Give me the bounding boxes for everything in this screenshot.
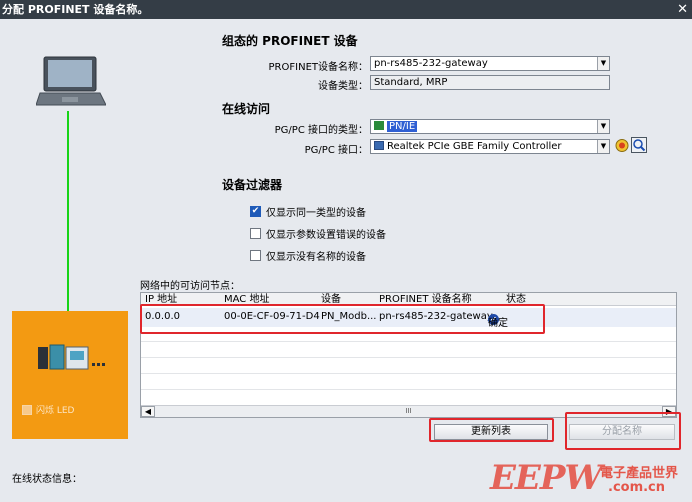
checkbox-unchecked[interactable] (250, 250, 261, 261)
configured-device-title: 组态的 PROFINET 设备 (222, 34, 358, 48)
online-status-label: 在线状态信息： (12, 474, 82, 485)
device-type-label: 设备类型： (318, 81, 368, 92)
logo-text: EEPW (490, 458, 603, 498)
filter-wrong-params-label: 仅显示参数设置错误的设备 (266, 230, 386, 241)
filter-no-name[interactable]: 仅显示没有名称的设备 (250, 248, 366, 263)
device-filter-title: 设备过滤器 (222, 178, 283, 192)
checkbox-checked[interactable]: ✔ (250, 206, 261, 217)
filter-no-name-label: 仅显示没有名称的设备 (266, 252, 366, 263)
network-link-line (67, 111, 69, 345)
chevron-down-icon[interactable]: ▼ (597, 120, 609, 133)
eepw-logo: EEPW 電子產品世界 .com.cn (490, 458, 690, 498)
device-name-label: PROFINET设备名称： (268, 62, 368, 73)
device-panel: 闪烁 LED (12, 311, 128, 439)
checkbox-unchecked[interactable] (250, 228, 261, 239)
interface-type-select[interactable]: PN/IE ▼ (370, 119, 610, 134)
logo-cn-text: 電子產品世界 (600, 466, 679, 481)
annotation-row-highlight (140, 304, 545, 334)
online-access-title: 在线访问 (222, 102, 271, 116)
device-name-value: pn-rs485-232-gateway (374, 58, 488, 69)
chevron-down-icon[interactable]: ▼ (597, 57, 609, 70)
title-bar: 分配 PROFINET 设备名称。 ✕ (0, 0, 692, 19)
interface-select[interactable]: Realtek PCIe GBE Family Controller ▼ (370, 139, 610, 154)
device-type-field: Standard, MRP (370, 75, 610, 90)
scroll-left-icon[interactable]: ◀ (141, 406, 155, 417)
online-diagnostics-icon[interactable] (615, 138, 629, 153)
device-icon (38, 344, 105, 370)
device-type-value: Standard, MRP (374, 77, 448, 88)
logo-domain: .com.cn (608, 480, 666, 495)
flash-led-checkbox (22, 404, 32, 415)
pg-pc-icon (36, 56, 106, 106)
accessible-nodes-label: 网络中的可访问节点： (140, 281, 240, 292)
filter-same-type-label: 仅显示同一类型的设备 (266, 208, 366, 219)
window-title: 分配 PROFINET 设备名称。 (2, 3, 149, 16)
annotation-assign-highlight (565, 412, 681, 450)
device-name-select[interactable]: pn-rs485-232-gateway ▼ (370, 56, 610, 71)
pn-ie-icon (374, 121, 384, 130)
interface-type-label: PG/PC 接口的类型： (274, 125, 368, 136)
interface-type-value: PN/IE (387, 121, 418, 132)
flash-led-option: 闪烁 LED (22, 403, 75, 416)
search-icon[interactable] (631, 137, 647, 153)
interface-value: Realtek PCIe GBE Family Controller (387, 141, 562, 152)
interface-label: PG/PC 接口： (304, 145, 368, 156)
close-icon[interactable]: ✕ (677, 0, 688, 19)
dialog-body: 闪烁 LED 组态的 PROFINET 设备 PROFINET设备名称： pn-… (0, 19, 692, 502)
flash-led-label: 闪烁 LED (36, 406, 75, 416)
chevron-down-icon[interactable]: ▼ (597, 140, 609, 153)
annotation-refresh-highlight (429, 418, 554, 442)
network-card-icon (374, 141, 384, 150)
filter-same-type[interactable]: ✔ 仅显示同一类型的设备 (250, 204, 366, 219)
filter-wrong-params[interactable]: 仅显示参数设置错误的设备 (250, 226, 386, 241)
